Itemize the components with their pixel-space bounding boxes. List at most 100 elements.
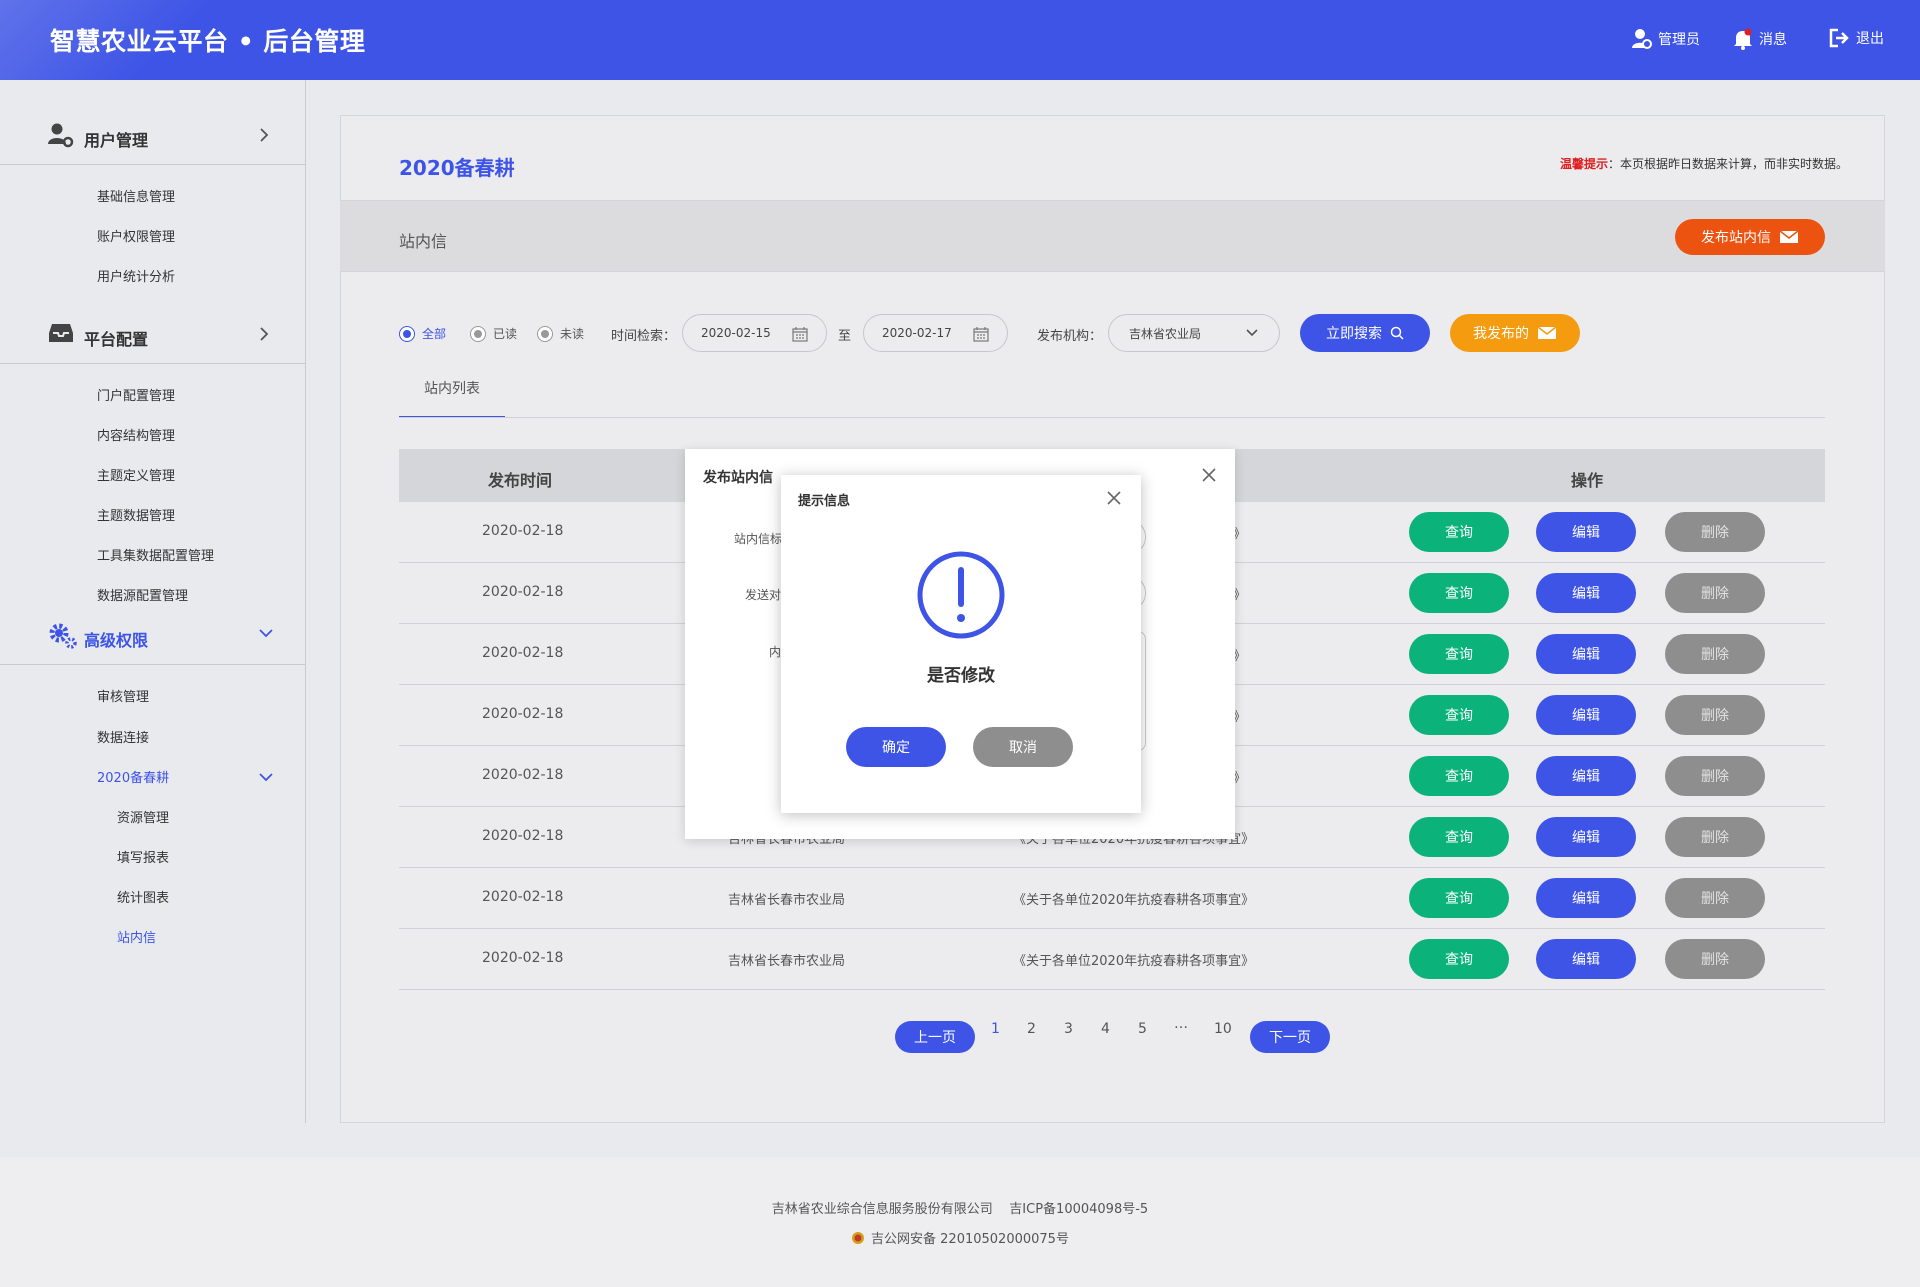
confirm-cancel-button[interactable]: 取消 bbox=[973, 727, 1073, 767]
edit-button[interactable]: 编辑 bbox=[1536, 634, 1636, 674]
top-bar: 智慧农业云平台 • 后台管理 管理员 消息 退出 bbox=[0, 0, 1920, 80]
edit-button[interactable]: 编辑 bbox=[1536, 939, 1636, 979]
date-from-input[interactable]: 2020-02-15 bbox=[682, 314, 827, 352]
dialog-title: 发布站内信 bbox=[703, 470, 773, 486]
delete-button[interactable]: 删除 bbox=[1665, 939, 1765, 979]
query-button[interactable]: 查询 bbox=[1409, 512, 1509, 552]
close-icon[interactable] bbox=[1106, 490, 1122, 506]
edit-button[interactable]: 编辑 bbox=[1536, 512, 1636, 552]
edit-button[interactable]: 编辑 bbox=[1536, 695, 1636, 735]
query-button[interactable]: 查询 bbox=[1409, 756, 1509, 796]
sidebar-item-content-structure[interactable]: 内容结构管理 bbox=[97, 425, 175, 444]
page-link-4[interactable]: 4 bbox=[1101, 1021, 1110, 1037]
sidebar-group-advanced[interactable]: 高级权限 bbox=[0, 607, 305, 665]
footer-company: 吉林省农业综合信息服务股份有限公司 吉ICP备10004098号-5 bbox=[771, 1202, 1149, 1217]
sidebar-item-user-stats[interactable]: 用户统计分析 bbox=[97, 266, 175, 285]
delete-button[interactable]: 删除 bbox=[1665, 817, 1765, 857]
calendar-icon bbox=[973, 327, 989, 342]
sidebar-item-audit[interactable]: 审核管理 bbox=[97, 686, 149, 705]
page-link-10[interactable]: 10 bbox=[1214, 1021, 1232, 1037]
radio-all[interactable]: 全部 bbox=[399, 325, 446, 342]
radio-label: 未读 bbox=[560, 327, 585, 341]
column-header-actions: 操作 bbox=[1571, 471, 1604, 490]
date-to-value: 2020-02-17 bbox=[882, 326, 952, 340]
edit-button[interactable]: 编辑 bbox=[1536, 817, 1636, 857]
date-to-input[interactable]: 2020-02-17 bbox=[863, 314, 1008, 352]
confirm-ok-button[interactable]: 确定 bbox=[846, 727, 946, 767]
prev-page-button[interactable]: 上一页 bbox=[895, 1021, 975, 1053]
page-link-3[interactable]: 3 bbox=[1064, 1021, 1073, 1037]
cell-message-title: 《关于各单位2020年抗疫春耕各项事宜》 bbox=[1013, 893, 1255, 908]
messages-link[interactable]: 消息 bbox=[1733, 28, 1787, 50]
cell-publish-date: 2020-02-18 bbox=[482, 767, 564, 783]
query-button[interactable]: 查询 bbox=[1409, 695, 1509, 735]
gears-icon bbox=[49, 623, 77, 649]
query-button[interactable]: 查询 bbox=[1409, 634, 1509, 674]
radio-unread[interactable]: 未读 bbox=[537, 325, 584, 342]
org-select-value: 吉林省农业局 bbox=[1129, 326, 1202, 341]
tab-message-list[interactable]: 站内列表 bbox=[399, 378, 505, 418]
delete-button[interactable]: 删除 bbox=[1665, 756, 1765, 796]
sidebar-item-datasource-config[interactable]: 数据源配置管理 bbox=[97, 585, 188, 604]
section-strip bbox=[340, 200, 1885, 272]
publish-message-button[interactable]: 发布站内信 bbox=[1675, 219, 1825, 255]
footer-record-text: 吉公网安备 22010502000075号 bbox=[871, 1232, 1069, 1247]
tip-label: 温馨提示 bbox=[1559, 157, 1608, 171]
sidebar-item-portal-config[interactable]: 门户配置管理 bbox=[97, 385, 175, 404]
sidebar-item-theme-definition[interactable]: 主题定义管理 bbox=[97, 465, 175, 484]
delete-button[interactable]: 删除 bbox=[1665, 573, 1765, 613]
delete-button[interactable]: 删除 bbox=[1665, 695, 1765, 735]
sidebar-item-fill-report[interactable]: 填写报表 bbox=[117, 847, 169, 866]
page-link-2[interactable]: 2 bbox=[1027, 1021, 1036, 1037]
org-select[interactable]: 吉林省农业局 bbox=[1108, 314, 1280, 352]
query-button[interactable]: 查询 bbox=[1409, 817, 1509, 857]
chevron-down-icon bbox=[259, 629, 273, 638]
page-link-5[interactable]: 5 bbox=[1138, 1021, 1147, 1037]
radio-label: 已读 bbox=[493, 327, 518, 341]
sidebar-item-data-connection[interactable]: 数据连接 bbox=[97, 727, 149, 746]
close-icon[interactable] bbox=[1201, 467, 1217, 483]
query-button[interactable]: 查询 bbox=[1409, 878, 1509, 918]
section-title: 站内信 bbox=[399, 232, 448, 251]
delete-button[interactable]: 删除 bbox=[1665, 878, 1765, 918]
delete-button[interactable]: 删除 bbox=[1665, 634, 1765, 674]
sidebar-group-users[interactable]: 用户管理 bbox=[0, 107, 305, 165]
footer-police-record: 吉公网安备 22010502000075号 bbox=[0, 1228, 1920, 1247]
logout-label: 退出 bbox=[1856, 31, 1884, 47]
sidebar-item-theme-data[interactable]: 主题数据管理 bbox=[97, 505, 175, 524]
bell-icon bbox=[1734, 28, 1752, 50]
delete-button[interactable]: 删除 bbox=[1665, 512, 1765, 552]
radio-read[interactable]: 已读 bbox=[470, 325, 517, 342]
edit-button[interactable]: 编辑 bbox=[1536, 756, 1636, 796]
cell-publish-date: 2020-02-18 bbox=[482, 706, 564, 722]
cell-message-title: 《关于各单位2020年抗疫春耕各项事宜》 bbox=[1013, 954, 1255, 969]
query-button[interactable]: 查询 bbox=[1409, 939, 1509, 979]
cell-publish-date: 2020-02-18 bbox=[482, 889, 564, 905]
cell-publish-date: 2020-02-18 bbox=[482, 828, 564, 844]
search-button[interactable]: 立即搜索 bbox=[1300, 314, 1430, 352]
sidebar-item-site-messages[interactable]: 站内信 bbox=[117, 927, 156, 946]
cell-publish-date: 2020-02-18 bbox=[482, 584, 564, 600]
sidebar-group-platform[interactable]: 平台配置 bbox=[0, 306, 305, 364]
sidebar-item-basic-info[interactable]: 基础信息管理 bbox=[97, 186, 175, 205]
sidebar-item-stats-charts[interactable]: 统计图表 bbox=[117, 887, 169, 906]
edit-button[interactable]: 编辑 bbox=[1536, 573, 1636, 613]
my-published-button[interactable]: 我发布的 bbox=[1450, 314, 1580, 352]
envelope-icon bbox=[1779, 230, 1799, 243]
chevron-right-icon bbox=[260, 128, 269, 142]
publish-button-label: 发布站内信 bbox=[1701, 230, 1771, 246]
radio-dot bbox=[399, 325, 415, 342]
next-page-button[interactable]: 下一页 bbox=[1250, 1021, 1330, 1053]
admin-link[interactable]: 管理员 bbox=[1632, 28, 1700, 50]
edit-button[interactable]: 编辑 bbox=[1536, 878, 1636, 918]
confirm-question: 是否修改 bbox=[927, 666, 995, 686]
sidebar-item-resources[interactable]: 资源管理 bbox=[117, 807, 169, 826]
query-button[interactable]: 查询 bbox=[1409, 573, 1509, 613]
exclamation-icon bbox=[917, 551, 1005, 639]
radio-dot bbox=[470, 325, 486, 342]
sidebar-item-account-permissions[interactable]: 账户权限管理 bbox=[97, 226, 175, 245]
page-link-1[interactable]: 1 bbox=[991, 1021, 1000, 1037]
logout-link[interactable]: 退出 bbox=[1828, 28, 1884, 48]
sidebar-item-spring-planting[interactable]: 2020备春耕 bbox=[97, 767, 169, 786]
sidebar-item-toolset-config[interactable]: 工具集数据配置管理 bbox=[97, 545, 214, 564]
